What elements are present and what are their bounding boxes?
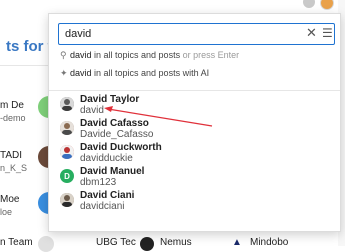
user-result-item[interactable]: David Cafasso Davide_Cafasso (49, 118, 340, 142)
top-header (0, 0, 345, 10)
search-input[interactable]: david ✕ ☰ (58, 23, 335, 45)
background-item-name[interactable]: Nemus (160, 237, 192, 248)
background-item-name[interactable]: TADI (0, 150, 22, 161)
background-item-name[interactable]: Mindobo (250, 237, 288, 248)
user-handle: david (80, 105, 104, 116)
background-avatar (38, 236, 54, 252)
user-name: David Cafasso (80, 118, 149, 129)
close-icon[interactable]: ✕ (306, 26, 317, 40)
user-handle: davidduckie (80, 153, 133, 164)
user-name: David Manuel (80, 166, 145, 177)
user-name: David Taylor (80, 94, 140, 105)
person-photo-icon (60, 97, 74, 111)
suggestion-term: david (70, 68, 92, 78)
background-item-name[interactable]: Moe (0, 194, 19, 205)
divider (0, 65, 50, 66)
suggestion-term: david (70, 50, 92, 60)
avatar (60, 121, 74, 135)
user-result-item[interactable]: David Taylor david (49, 94, 340, 118)
background-item-handle: n_K_S (0, 163, 28, 173)
background-item-name[interactable]: n Team (0, 237, 33, 248)
search-dropdown: david ✕ ☰ ⚲ david in all topics and posts… (48, 13, 341, 232)
person-photo-icon (60, 145, 74, 159)
avatar (60, 145, 74, 159)
search-suggestion-ai[interactable]: ✦ david in all topics and posts with AI (60, 68, 209, 79)
avatar (60, 97, 74, 111)
search-suggestion-fulltext[interactable]: ⚲ david in all topics and posts or press … (60, 50, 239, 61)
background-avatar (140, 237, 154, 251)
background-item-handle: loe (0, 207, 13, 217)
filter-options-icon[interactable]: ☰ (322, 26, 333, 40)
suggestion-description: in all topics and posts with AI (91, 68, 210, 78)
user-name: David Duckworth (80, 142, 162, 153)
user-result-item[interactable]: David Duckworth davidduckie (49, 142, 340, 166)
background-item-name[interactable]: m De (0, 100, 24, 111)
user-handle: davidciani (80, 201, 125, 212)
background-item-icon: ▲ (232, 237, 242, 248)
ai-sparkle-icon: ✦ (60, 68, 68, 78)
user-handle: Davide_Cafasso (80, 129, 154, 140)
user-handle: dbm123 (80, 177, 117, 188)
divider (49, 90, 340, 91)
person-photo-icon (60, 121, 74, 135)
user-name: David Ciani (80, 190, 135, 201)
header-icon[interactable] (303, 0, 315, 8)
person-photo-icon (60, 193, 74, 207)
suggestion-description: in all topics and posts (91, 50, 181, 60)
user-result-item[interactable]: David Ciani davidciani (49, 190, 340, 214)
letter-avatar: D (60, 169, 74, 183)
suggestion-hint: or press Enter (180, 50, 240, 60)
background-item-handle: -demo (0, 113, 26, 123)
user-result-item[interactable]: D David Manuel dbm123 (49, 166, 340, 190)
search-icon: ⚲ (60, 50, 67, 60)
background-item-name[interactable]: UBG Tec (96, 237, 136, 248)
user-avatar[interactable] (320, 0, 334, 10)
search-input-value[interactable]: david (65, 28, 91, 40)
avatar (60, 193, 74, 207)
